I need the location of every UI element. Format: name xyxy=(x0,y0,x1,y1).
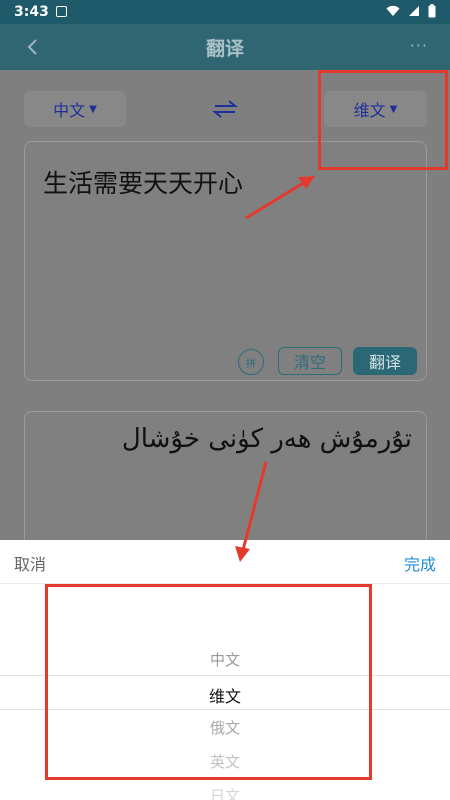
done-button[interactable]: 完成 xyxy=(404,551,436,575)
status-time: 3:43 xyxy=(14,4,49,20)
input-card[interactable]: 生活需要天天开心 拼 清空 翻译 xyxy=(24,141,427,381)
clear-button[interactable]: 清空 xyxy=(278,347,342,375)
wifi-icon xyxy=(386,5,400,16)
source-text[interactable]: 生活需要天天开心 xyxy=(43,164,243,200)
source-language-button[interactable]: 中文 ▼ xyxy=(24,91,126,127)
annotation-highlight-box xyxy=(318,70,448,170)
notification-icon xyxy=(56,6,67,17)
status-bar: 3:43 xyxy=(0,0,450,24)
picker-option[interactable]: 日文 xyxy=(0,785,450,800)
status-icons xyxy=(386,4,436,18)
page-title: 翻译 xyxy=(205,38,244,60)
source-language-label: 中文 xyxy=(53,101,86,120)
caret-down-icon: ▼ xyxy=(89,103,97,115)
translate-button[interactable]: 翻译 xyxy=(353,347,417,375)
annotation-highlight-box xyxy=(45,584,372,780)
cancel-button[interactable]: 取消 xyxy=(14,551,46,575)
battery-icon xyxy=(428,4,436,18)
more-menu-icon[interactable]: ··· xyxy=(410,36,428,55)
output-card: تۇرمۇش ھەر كۈنى خۇشال xyxy=(24,411,427,540)
app-bar: 翻译 ··· xyxy=(0,24,450,70)
signal-icon xyxy=(409,6,419,16)
pinyin-icon[interactable]: 拼 xyxy=(238,349,264,375)
swap-languages-icon[interactable] xyxy=(212,98,238,120)
translated-text: تۇرمۇش ھەر كۈنى خۇشال xyxy=(121,424,412,454)
picker-header: 取消 完成 xyxy=(0,540,450,584)
